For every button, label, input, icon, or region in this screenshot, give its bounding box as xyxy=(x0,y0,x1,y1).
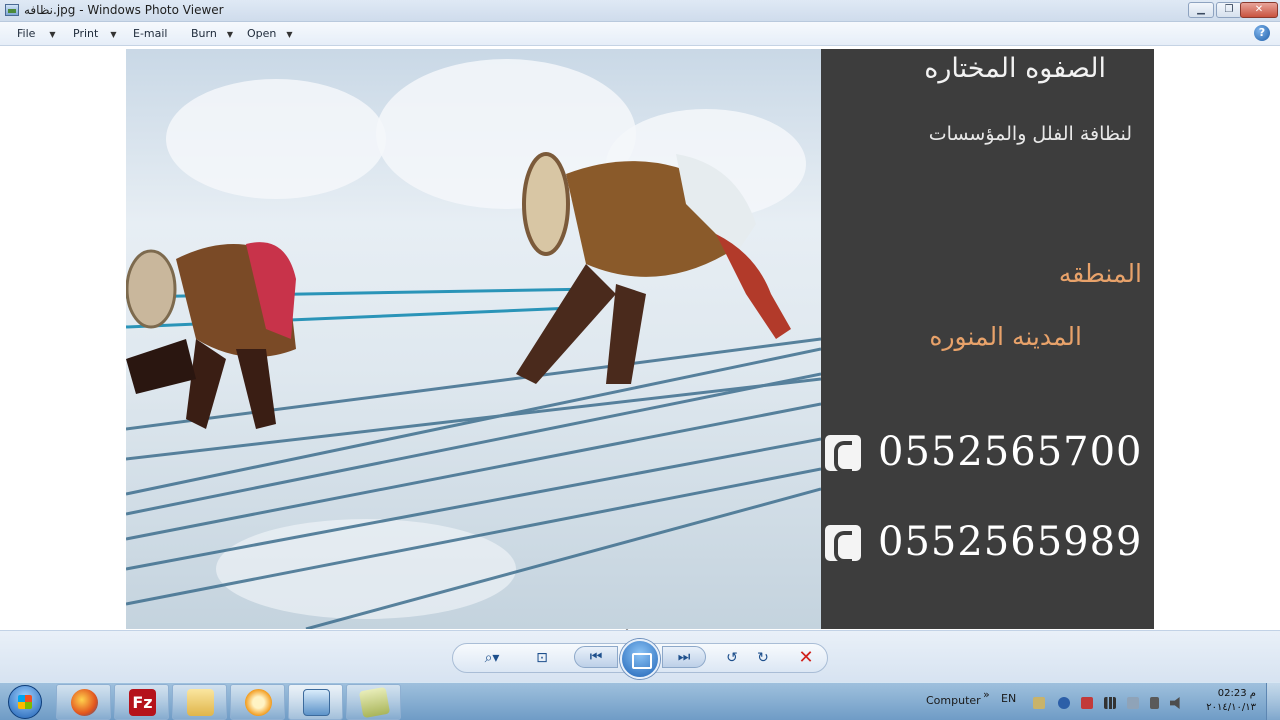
firefox-icon xyxy=(71,689,98,716)
previous-button[interactable]: ⏮ xyxy=(574,646,618,668)
taskbar-explorer[interactable] xyxy=(172,684,227,720)
delete-button[interactable]: ✕ xyxy=(794,646,818,670)
phone-number-1: 0552565700 xyxy=(878,429,1143,475)
window-cleaners-photo xyxy=(126,49,821,629)
taskbar: Fz Computer » EN 02:23 م ٢٠١٤/١٠/١٣ xyxy=(0,682,1280,720)
worker-right xyxy=(516,152,791,384)
zoom-button[interactable]: ⌕▾ xyxy=(476,646,508,670)
menu-file-label: File xyxy=(17,27,36,40)
actual-size-button[interactable]: ⊡ xyxy=(530,646,554,670)
taskbar-notepad[interactable] xyxy=(346,684,401,720)
company-name: الصفوه المختاره xyxy=(924,53,1106,84)
menu-print[interactable]: Print ▼ xyxy=(73,27,116,40)
windows-logo-icon xyxy=(8,685,42,719)
next-button[interactable]: ⏭ xyxy=(662,646,706,668)
taskbar-firefox[interactable] xyxy=(56,684,111,720)
network-tool-icon[interactable] xyxy=(1033,697,1045,709)
phone-number-2: 0552565989 xyxy=(878,519,1143,565)
menu-print-label: Print xyxy=(73,27,99,40)
photo-viewer-icon xyxy=(303,689,330,716)
menu-open-label: Open xyxy=(247,27,277,40)
file-explorer-icon xyxy=(187,689,214,716)
media-player-icon xyxy=(245,689,272,716)
toolbar-chevron-icon[interactable]: » xyxy=(983,688,990,701)
window-title: نظافه.jpg - Windows Photo Viewer xyxy=(24,3,224,17)
close-button[interactable]: ✕ xyxy=(1240,2,1278,18)
chevron-down-icon: ▼ xyxy=(226,30,233,39)
phone-icon xyxy=(825,435,861,473)
clock-time: 02:23 م xyxy=(1217,688,1256,699)
security-shield-icon[interactable] xyxy=(1081,697,1093,709)
notepad-icon xyxy=(358,686,391,719)
menu-burn[interactable]: Burn ▼ xyxy=(191,27,233,40)
viewer-control-bar: ⌕▾ ⊡ ⏮ ⏭ ↺ ↻ ✕ xyxy=(0,630,1280,682)
menu-email-label: E-mail xyxy=(133,27,168,40)
menu-bar: File ▼ Print ▼ E-mail Burn ▼ Open ▼ ? xyxy=(0,22,1280,46)
taskbar-filezilla[interactable]: Fz xyxy=(114,684,169,720)
service-description: لنظافة الفلل والمؤسسات xyxy=(928,123,1132,145)
rotate-counterclockwise-button[interactable]: ↺ xyxy=(720,646,744,670)
chevron-down-icon: ▼ xyxy=(110,30,117,39)
worker-left xyxy=(126,242,296,429)
clock-date: ٢٠١٤/١٠/١٣ xyxy=(1206,702,1256,713)
taskbar-media-player[interactable] xyxy=(230,684,285,720)
maximize-button[interactable]: ❐ xyxy=(1216,2,1242,18)
slideshow-button[interactable] xyxy=(620,639,660,679)
bluetooth-icon[interactable] xyxy=(1058,697,1070,709)
action-center-icon[interactable] xyxy=(1127,697,1139,709)
region-name: المدينه المنوره xyxy=(929,322,1082,351)
minimize-button[interactable]: ▁ xyxy=(1188,2,1214,18)
filezilla-icon: Fz xyxy=(129,689,156,716)
region-label: المنطقه xyxy=(1058,259,1142,288)
photo-viewer-icon xyxy=(5,4,19,16)
help-icon[interactable]: ? xyxy=(1254,25,1270,41)
signal-icon[interactable] xyxy=(1104,697,1116,709)
system-clock[interactable]: 02:23 م ٢٠١٤/١٠/١٣ xyxy=(1206,687,1256,715)
language-indicator[interactable]: EN xyxy=(1001,692,1016,705)
menu-burn-label: Burn xyxy=(191,27,217,40)
menu-file[interactable]: File ▼ xyxy=(17,27,56,40)
volume-icon[interactable] xyxy=(1170,697,1180,709)
menu-email[interactable]: E-mail xyxy=(133,27,168,40)
phone-icon xyxy=(825,525,861,563)
chevron-down-icon: ▼ xyxy=(49,30,56,39)
computer-toolbar[interactable]: Computer xyxy=(926,694,981,707)
taskbar-photo-viewer[interactable] xyxy=(288,684,343,720)
image-viewer[interactable]: الصفوه المختاره لنظافة الفلل والمؤسسات ا… xyxy=(0,46,1280,647)
title-bar: نظافه.jpg - Windows Photo Viewer ▁ ❐ ✕ xyxy=(0,0,1280,22)
rotate-clockwise-button[interactable]: ↻ xyxy=(751,646,775,670)
chevron-down-icon: ▼ xyxy=(286,30,293,39)
show-desktop-button[interactable] xyxy=(1266,683,1280,720)
battery-icon[interactable] xyxy=(1150,697,1159,709)
advert-panel: الصفوه المختاره لنظافة الفلل والمؤسسات ا… xyxy=(821,49,1154,629)
menu-open[interactable]: Open ▼ xyxy=(247,27,293,40)
start-button[interactable] xyxy=(2,683,50,720)
